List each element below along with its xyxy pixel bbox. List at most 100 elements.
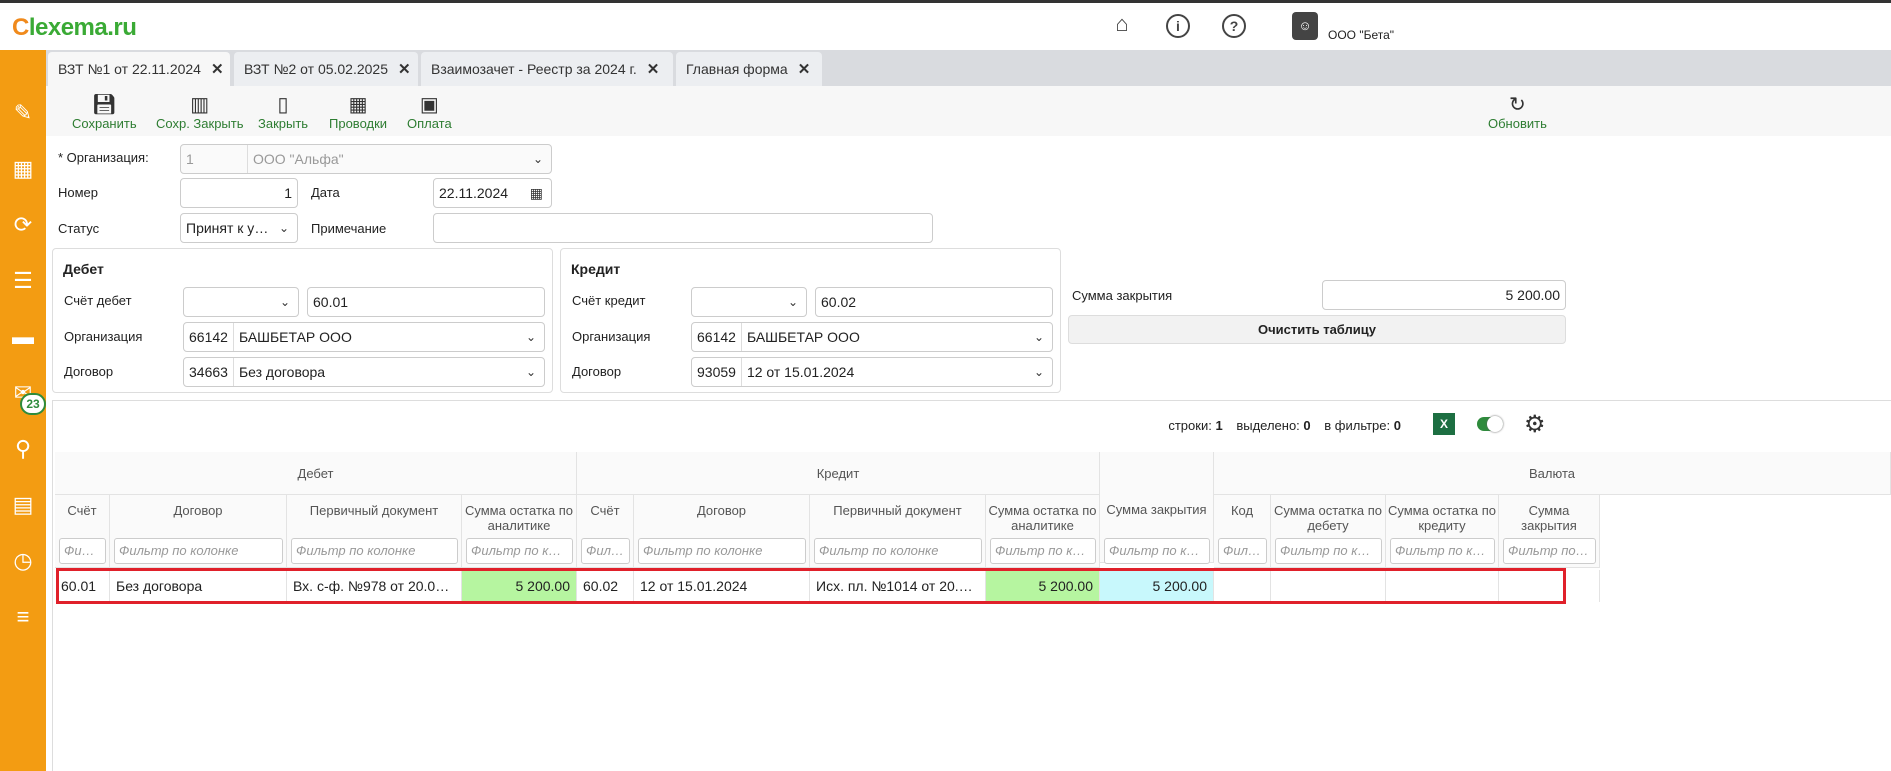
credit-contract-select[interactable]: 93059 12 от 15.01.2024 ⌄	[691, 357, 1053, 387]
number-label: Номер	[58, 185, 99, 200]
column-filter-input[interactable]: Фильтр по колонке	[990, 538, 1096, 564]
column-filter-input[interactable]: Фильтр по колонке	[1503, 538, 1596, 564]
name: Без договора	[238, 364, 326, 380]
date-label: Дата	[311, 185, 340, 200]
status-select[interactable]: Принят к учёту ⌄	[180, 213, 298, 243]
info-icon[interactable]: i	[1166, 14, 1190, 38]
payment-button[interactable]: ▣ Оплата	[407, 92, 452, 131]
column-filter-input[interactable]: Фильтр по колонке	[291, 538, 458, 564]
org-label: * Организация:	[58, 150, 149, 165]
column-filter-input[interactable]: Фильтр по колонке	[1275, 538, 1382, 564]
logo[interactable]: Clexema.ru	[12, 14, 137, 42]
column-filter-input[interactable]: Фильтр по колонке	[814, 538, 982, 564]
credit-contract-label: Договор	[572, 364, 622, 379]
column-filter-input[interactable]: Фильтр по колонке	[466, 538, 573, 564]
home-icon[interactable]: ⌂	[1110, 13, 1134, 38]
tab-vzt-1[interactable]: ВЗТ №1 от 22.11.2024 ✕	[48, 52, 230, 86]
debit-account-input[interactable]: 60.01	[307, 287, 545, 317]
sync-icon[interactable]: ⟳	[0, 210, 46, 240]
sum-input[interactable]: 5 200.00	[1322, 280, 1566, 310]
code: 93059	[697, 358, 742, 386]
money-icon: ▣	[419, 94, 439, 116]
mail-badge: 23	[20, 393, 46, 415]
code: 34663	[189, 358, 234, 386]
label: Оплата	[407, 116, 452, 131]
credit-account-input[interactable]: 60.02	[815, 287, 1053, 317]
excel-export-icon[interactable]: X	[1433, 413, 1455, 435]
debit-title: Дебет	[63, 261, 104, 277]
name: 12 от 15.01.2024	[746, 364, 855, 380]
postings-button[interactable]: ▦ Проводки	[329, 92, 387, 131]
table-clock-icon[interactable]: ◷	[0, 546, 46, 576]
name: БАШБЕТАР ООО	[238, 329, 352, 345]
clear-table-button[interactable]: Очистить таблицу	[1068, 315, 1566, 344]
chevron-down-icon: ⌄	[278, 214, 289, 242]
debit-org-select[interactable]: 66142 БАШБЕТАР ООО ⌄	[183, 322, 545, 352]
save-close-icon: ▥	[190, 94, 210, 116]
calendar-icon[interactable]: ▤	[0, 490, 46, 520]
close-icon[interactable]: ✕	[798, 61, 811, 78]
column-filter-input[interactable]: Фильтр по колонке	[1390, 538, 1495, 564]
refresh-button[interactable]: ↻ Обновить	[1488, 92, 1547, 131]
note-input[interactable]	[433, 213, 933, 243]
checklist-icon[interactable]: ≡	[0, 602, 46, 632]
sum-label: Сумма закрытия	[1072, 288, 1173, 303]
column-filter-input[interactable]: Фильтр по колонке	[638, 538, 806, 564]
avatar[interactable]: ☺	[1292, 12, 1318, 40]
tab-vzt-2[interactable]: ВЗТ №2 от 05.02.2025 ✕	[234, 52, 418, 86]
chevron-down-icon: ⌄	[787, 295, 798, 309]
status-label: Статус	[58, 221, 100, 236]
close-icon[interactable]: ✕	[398, 61, 411, 78]
chevron-down-icon: ⌄	[1033, 330, 1044, 344]
chevron-down-icon: ⌄	[1033, 365, 1044, 379]
gear-icon[interactable]: ⚙	[1524, 410, 1546, 439]
qr-icon[interactable]: ▦	[0, 154, 46, 184]
org-select[interactable]: 1 ООО "Альфа" ⌄	[180, 144, 552, 174]
company-name[interactable]: ООО "Бета"	[1328, 28, 1394, 42]
filter-count: 0	[1393, 418, 1401, 433]
code: 66142	[189, 323, 234, 351]
list-icon[interactable]: ☰	[0, 266, 46, 296]
name: БАШБЕТАР ООО	[746, 329, 860, 345]
code: 66142	[697, 323, 742, 351]
tab-label: Взаимозачет - Реестр за 2024 г.	[431, 61, 637, 77]
search-icon[interactable]: ⚲	[0, 434, 46, 464]
chevron-down-icon: ⌄	[279, 295, 290, 309]
debit-contract-select[interactable]: 34663 Без договора ⌄	[183, 357, 545, 387]
filter-label: в фильтре:	[1324, 418, 1391, 433]
group-header-debit: Дебет	[55, 452, 577, 495]
column-filter-input[interactable]: Фильтр по колонке	[1218, 538, 1267, 564]
column-filter-input[interactable]: Фильтр по колонке	[59, 538, 106, 564]
pencil-icon[interactable]: ✎	[0, 98, 46, 128]
calendar-icon[interactable]: ▦	[530, 179, 543, 207]
debit-contract-label: Договор	[64, 364, 114, 379]
credit-title: Кредит	[571, 261, 621, 277]
refresh-icon: ↻	[1509, 94, 1526, 116]
column-filter-input[interactable]: Фильтр по колонке	[581, 538, 630, 564]
credit-account-type-select[interactable]: ⌄	[691, 287, 807, 317]
toggle-switch[interactable]	[1477, 416, 1503, 432]
close-icon[interactable]: ✕	[647, 61, 660, 78]
folder-icon[interactable]: ▬	[0, 322, 46, 352]
column-filter-input[interactable]: Фильтр по колонке	[1104, 538, 1210, 564]
close-button[interactable]: ▯ Закрыть	[258, 92, 308, 131]
label: Сохранить	[72, 116, 137, 131]
number-input[interactable]: 1	[180, 178, 298, 208]
save-close-button[interactable]: ▥ Сохр. Закрыть	[156, 92, 244, 131]
org-name: ООО "Альфа"	[253, 151, 344, 167]
tab-main-form[interactable]: Главная форма ✕	[676, 52, 822, 86]
date-input[interactable]: 22.11.2024 ▦	[433, 178, 552, 208]
debit-account-type-select[interactable]: ⌄	[183, 287, 299, 317]
tab-registry[interactable]: Взаимозачет - Реестр за 2024 г. ✕	[421, 52, 673, 86]
help-icon[interactable]: ?	[1222, 14, 1246, 38]
save-button[interactable]: 💾︎ Сохранить	[72, 92, 137, 131]
tab-label: ВЗТ №2 от 05.02.2025	[244, 61, 389, 77]
org-code: 1	[186, 145, 248, 173]
group-header-credit: Кредит	[577, 452, 1100, 495]
close-icon[interactable]: ✕	[211, 61, 224, 78]
column-filter-input[interactable]: Фильтр по колонке	[114, 538, 283, 564]
debit-account-label: Счёт дебет	[64, 293, 132, 308]
window-top-border	[0, 0, 1891, 3]
credit-org-select[interactable]: 66142 БАШБЕТАР ООО ⌄	[691, 322, 1053, 352]
door-icon: ▯	[277, 94, 289, 116]
